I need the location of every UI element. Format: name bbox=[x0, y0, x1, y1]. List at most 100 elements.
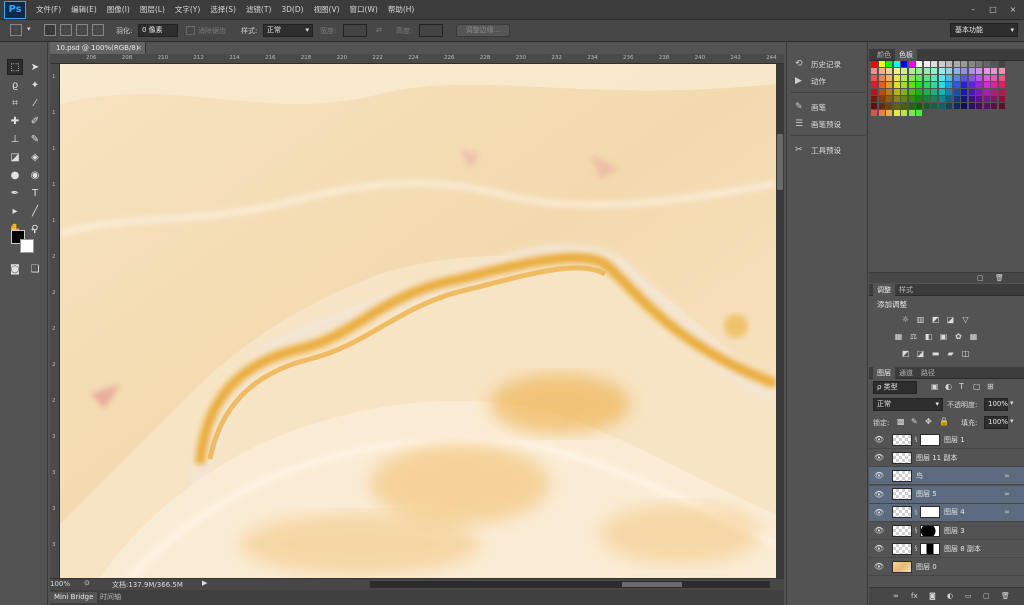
new-layer-icon[interactable]: ▢ bbox=[983, 592, 990, 600]
color-swatch[interactable] bbox=[886, 96, 892, 102]
color-swatch[interactable] bbox=[916, 89, 922, 95]
color-swatch[interactable] bbox=[878, 103, 885, 109]
horizontal-scroll-thumb[interactable] bbox=[622, 582, 682, 587]
panel-brush[interactable]: ✎ 画笔 bbox=[787, 99, 869, 115]
subtract-selection-icon[interactable] bbox=[76, 24, 88, 36]
color-swatch[interactable] bbox=[886, 89, 892, 95]
color-swatch[interactable] bbox=[893, 103, 900, 109]
color-swatch[interactable] bbox=[946, 89, 952, 95]
mask-link-icon[interactable]: § bbox=[912, 509, 920, 516]
color-swatch[interactable] bbox=[924, 110, 930, 116]
menu-image[interactable]: 图像(I) bbox=[107, 4, 130, 15]
color-swatch[interactable] bbox=[908, 96, 915, 102]
color-swatch[interactable] bbox=[991, 82, 997, 88]
color-swatch[interactable] bbox=[916, 110, 922, 116]
color-swatch[interactable] bbox=[923, 75, 930, 81]
color-swatch[interactable] bbox=[886, 110, 892, 116]
swap-colors-icon[interactable]: ↰ bbox=[29, 227, 37, 235]
color-swatch[interactable] bbox=[908, 110, 915, 116]
pen-tool-icon[interactable]: ✒ bbox=[7, 185, 23, 201]
menu-select[interactable]: 选择(S) bbox=[210, 4, 236, 15]
tab-paths[interactable]: 路径 bbox=[917, 367, 939, 379]
refine-edge-button[interactable]: 调整边缘... bbox=[456, 24, 510, 37]
color-swatch[interactable] bbox=[901, 68, 907, 74]
color-swatch[interactable] bbox=[931, 96, 937, 102]
menu-type[interactable]: 文字(Y) bbox=[175, 4, 200, 15]
color-swatch[interactable] bbox=[938, 68, 945, 74]
background-color-swatch[interactable] bbox=[20, 239, 34, 253]
visibility-eye-icon[interactable]: 👁 bbox=[869, 526, 889, 535]
color-swatch[interactable] bbox=[976, 110, 982, 116]
color-swatch[interactable] bbox=[976, 75, 982, 81]
color-swatch[interactable] bbox=[991, 68, 997, 74]
color-swatch[interactable] bbox=[968, 103, 975, 109]
layer-mask-thumbnail[interactable] bbox=[920, 506, 940, 519]
rect-marquee-tool-icon[interactable]: ⬚ bbox=[7, 59, 23, 75]
lock-position-icon[interactable]: ✥ bbox=[925, 417, 932, 426]
brightness-icon[interactable]: ☼ bbox=[901, 315, 910, 324]
color-swatch[interactable] bbox=[953, 103, 960, 109]
hue-saturation-icon[interactable]: ▦ bbox=[894, 332, 903, 341]
color-swatch[interactable] bbox=[931, 82, 937, 88]
play-icon[interactable]: ▶ bbox=[202, 579, 207, 587]
quick-mask-icon[interactable]: ◙ bbox=[7, 261, 23, 277]
move-tool-icon[interactable]: ➤ bbox=[27, 59, 43, 75]
new-group-icon[interactable]: ▭ bbox=[965, 592, 972, 600]
color-swatch[interactable] bbox=[938, 75, 945, 81]
fill-input[interactable]: 100% bbox=[984, 416, 1008, 429]
color-swatch[interactable] bbox=[916, 75, 922, 81]
color-swatch[interactable] bbox=[886, 75, 892, 81]
color-swatch[interactable] bbox=[998, 103, 1005, 109]
color-swatch[interactable] bbox=[983, 82, 990, 88]
color-swatch[interactable] bbox=[939, 110, 945, 116]
color-swatch[interactable] bbox=[998, 82, 1005, 88]
color-swatch[interactable] bbox=[901, 89, 907, 95]
visibility-eye-icon[interactable]: 👁 bbox=[869, 562, 889, 571]
color-swatch[interactable] bbox=[908, 89, 915, 95]
color-swatch[interactable] bbox=[998, 96, 1005, 102]
color-swatch[interactable] bbox=[991, 96, 997, 102]
black-white-icon[interactable]: ◧ bbox=[924, 332, 933, 341]
color-swatch[interactable] bbox=[968, 96, 975, 102]
lock-pixels-icon[interactable]: ✎ bbox=[911, 417, 918, 426]
add-selection-icon[interactable] bbox=[60, 24, 72, 36]
gradient-map-icon[interactable]: ▰ bbox=[946, 349, 955, 358]
layer-row[interactable]: 👁 § 图层 4 ∞ bbox=[869, 503, 1024, 522]
exposure-icon[interactable]: ◪ bbox=[946, 315, 955, 324]
color-swatch[interactable] bbox=[984, 110, 990, 116]
dodge-tool-icon[interactable]: ◉ bbox=[27, 167, 43, 183]
new-adjustment-icon[interactable]: ◐ bbox=[947, 592, 953, 600]
color-swatch[interactable] bbox=[976, 89, 982, 95]
eyedropper-tool-icon[interactable]: ⁄ bbox=[27, 95, 43, 111]
tab-timeline[interactable]: 时间轴 bbox=[96, 592, 125, 603]
visibility-eye-icon[interactable]: 👁 bbox=[869, 544, 889, 553]
color-swatch[interactable] bbox=[954, 110, 960, 116]
vertical-scroll-thumb[interactable] bbox=[777, 134, 783, 190]
screen-mode-icon[interactable]: ❏ bbox=[27, 261, 43, 277]
add-mask-icon[interactable]: ◙ bbox=[929, 592, 936, 600]
color-swatch[interactable] bbox=[961, 82, 967, 88]
layer-row[interactable]: 👁 图层 0 bbox=[869, 558, 1024, 577]
color-swatch[interactable] bbox=[871, 68, 877, 74]
color-swatch[interactable] bbox=[946, 75, 952, 81]
color-swatch[interactable] bbox=[946, 103, 952, 109]
curves-icon[interactable]: ◩ bbox=[931, 315, 940, 324]
menu-edit[interactable]: 编辑(E) bbox=[71, 4, 97, 15]
swatches-grid[interactable] bbox=[871, 61, 1006, 117]
paint-bucket-tool-icon[interactable]: ◈ bbox=[27, 149, 43, 165]
new-swatch-icon[interactable]: ▢ bbox=[977, 274, 984, 282]
menu-view[interactable]: 视图(V) bbox=[314, 4, 340, 15]
zoom-level[interactable]: 100% bbox=[50, 580, 70, 588]
layer-mask-thumbnail[interactable] bbox=[920, 524, 940, 537]
color-swatch[interactable] bbox=[968, 68, 975, 74]
tab-color[interactable]: 颜色 bbox=[873, 49, 895, 61]
color-swatch[interactable] bbox=[893, 68, 900, 74]
color-swatch[interactable] bbox=[923, 82, 930, 88]
color-swatch[interactable] bbox=[893, 89, 900, 95]
color-swatch[interactable] bbox=[961, 103, 967, 109]
tab-swatches[interactable]: 色板 bbox=[895, 49, 917, 61]
brush-tool-icon[interactable]: ✐ bbox=[27, 113, 43, 129]
color-swatch[interactable] bbox=[916, 68, 922, 74]
color-swatch[interactable] bbox=[991, 75, 997, 81]
color-swatch[interactable] bbox=[916, 61, 922, 67]
